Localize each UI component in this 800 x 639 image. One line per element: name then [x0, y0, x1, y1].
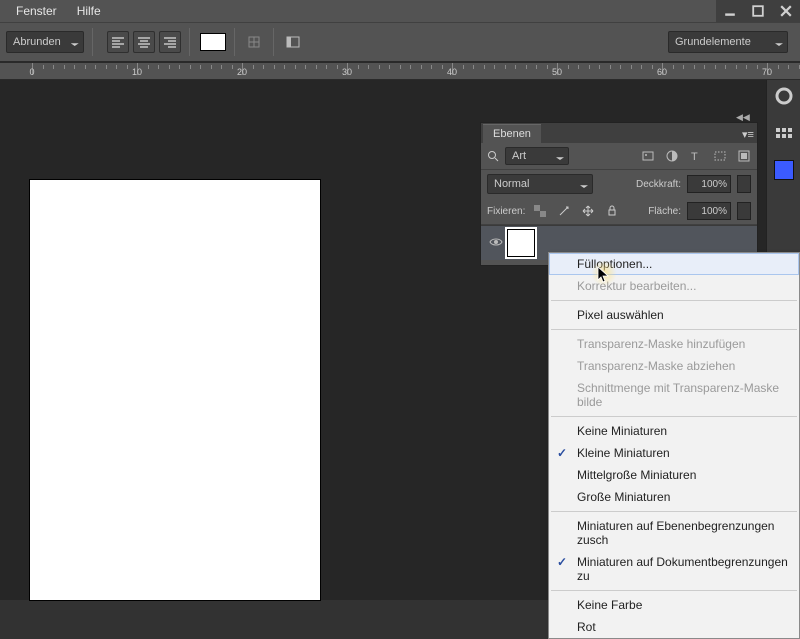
blend-mode-select[interactable]: Normal [487, 174, 593, 194]
ctx-edit-adjustment: Korrektur bearbeiten... [549, 275, 799, 297]
window-controls [716, 0, 800, 22]
filter-pixel-icon[interactable] [641, 149, 655, 163]
fill-input[interactable] [687, 202, 731, 220]
ctx-color-red[interactable]: Rot [549, 616, 799, 638]
separator [189, 28, 190, 56]
swatches-icon[interactable] [774, 124, 794, 144]
ctx-intersect-transparency-mask: Schnittmenge mit Transparenz-Maske bilde [549, 377, 799, 413]
separator [551, 511, 797, 512]
ruler-horizontal: 010203040506070 [0, 62, 800, 80]
lock-label: Fixieren: [487, 206, 525, 217]
separator [551, 590, 797, 591]
layer-thumbnail-context-menu: Fülloptionen... Korrektur bearbeiten... … [548, 252, 800, 639]
opacity-input[interactable] [687, 175, 731, 193]
align-right-button[interactable] [159, 31, 181, 53]
align-center-button[interactable] [133, 31, 155, 53]
separator [551, 416, 797, 417]
visibility-toggle-icon[interactable] [485, 237, 507, 250]
panel-tabbar: Ebenen ▾≡ [481, 123, 757, 143]
minimize-button[interactable] [716, 0, 744, 22]
menu-bar: Fenster Hilfe [0, 0, 800, 22]
lock-transparency-icon[interactable] [531, 202, 549, 220]
filter-adjustment-icon[interactable] [665, 149, 679, 163]
ctx-clip-to-document-bounds[interactable]: ✓Miniaturen auf Dokumentbegrenzungen zu [549, 551, 799, 587]
filter-shape-icon[interactable] [713, 149, 727, 163]
filter-type-icon[interactable]: T [689, 149, 703, 163]
fill-label: Fläche: [648, 206, 681, 217]
tab-layers[interactable]: Ebenen [483, 124, 541, 143]
separator [273, 28, 274, 56]
ctx-small-thumbnails[interactable]: ✓Kleine Miniaturen [549, 442, 799, 464]
options-bar: Abrunden Grundelemente [0, 22, 800, 62]
layer-filter-type-select[interactable]: Art [505, 147, 569, 165]
separator [551, 300, 797, 301]
separator [551, 329, 797, 330]
ctx-large-thumbnails[interactable]: Große Miniaturen [549, 486, 799, 508]
separator [234, 28, 235, 56]
check-icon: ✓ [557, 555, 567, 569]
ctx-no-thumbnails[interactable]: Keine Miniaturen [549, 420, 799, 442]
maximize-button[interactable] [744, 0, 772, 22]
warp-icon[interactable] [243, 31, 265, 53]
color-wheel-icon[interactable] [774, 86, 794, 106]
search-icon [487, 150, 499, 162]
close-button[interactable] [772, 0, 800, 22]
panel-menu-button[interactable]: ▾≡ [739, 125, 757, 143]
ctx-no-color[interactable]: Keine Farbe [549, 594, 799, 616]
ctx-medium-thumbnails[interactable]: Mittelgroße Miniaturen [549, 464, 799, 486]
lock-position-icon[interactable] [579, 202, 597, 220]
panel-toggle-icon[interactable] [282, 31, 304, 53]
opacity-label: Deckkraft: [636, 179, 681, 190]
layer-thumbnail[interactable] [507, 229, 535, 257]
document-canvas[interactable] [30, 180, 320, 600]
ctx-fill-options[interactable]: Fülloptionen... [549, 253, 799, 275]
menu-hilfe[interactable]: Hilfe [67, 0, 111, 22]
check-icon: ✓ [557, 446, 567, 460]
corner-style-select[interactable]: Abrunden [6, 31, 84, 53]
opacity-stepper[interactable] [737, 175, 751, 193]
workspace-select[interactable]: Grundelemente [668, 31, 788, 53]
lock-pixels-icon[interactable] [555, 202, 573, 220]
lock-all-icon[interactable] [603, 202, 621, 220]
menu-fenster[interactable]: Fenster [6, 0, 67, 22]
ctx-select-pixels[interactable]: Pixel auswählen [549, 304, 799, 326]
filter-smartobject-icon[interactable] [737, 149, 751, 163]
foreground-color-swatch[interactable] [774, 160, 794, 180]
svg-text:T: T [691, 151, 698, 163]
ctx-clip-to-layer-bounds[interactable]: Miniaturen auf Ebenenbegrenzungen zusch [549, 515, 799, 551]
layers-panel: Ebenen ▾≡ Art T Normal Deckkraft: Fixier… [480, 122, 758, 266]
ctx-add-transparency-mask: Transparenz-Maske hinzufügen [549, 333, 799, 355]
ctx-subtract-transparency-mask: Transparenz-Maske abziehen [549, 355, 799, 377]
fill-stepper[interactable] [737, 202, 751, 220]
align-left-button[interactable] [107, 31, 129, 53]
separator [92, 28, 93, 56]
fill-swatch[interactable] [200, 33, 226, 51]
